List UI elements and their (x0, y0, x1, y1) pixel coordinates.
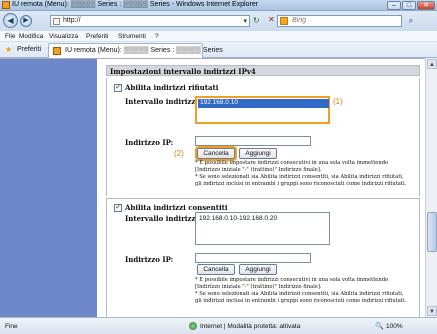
section-title: Impostazioni intervallo indirizzi IPv4 (110, 67, 256, 76)
menu-file[interactable]: File (5, 33, 15, 40)
rejected-checkbox-label: Abilita indirizzi rifiutati (125, 83, 219, 92)
allowed-delete-button[interactable]: Cancella (197, 264, 235, 275)
address-text: http:// (63, 17, 81, 24)
menu-preferiti[interactable]: Preferiti (86, 33, 108, 40)
status-bar: Fine Internet | Modalità protetta: attiv… (0, 317, 437, 334)
stop-icon[interactable]: ✕ (268, 15, 275, 24)
left-nav-pane (0, 59, 97, 317)
menu-help[interactable]: ? (155, 33, 159, 40)
callout-1: (1) (333, 97, 343, 106)
rejected-add-button[interactable]: Aggiungi (239, 148, 277, 159)
allowed-range-item[interactable]: 192.168.0.10-192.168.0.20 (199, 215, 277, 222)
browser-tab[interactable]: IU remota (Menu): ▒▒▒▒▒ Series : ▒▒▒▒▒ S… (48, 43, 223, 58)
note-line: [Indirizzo iniziale "-" (trattino)" Indi… (195, 167, 322, 173)
security-zone[interactable]: Internet | Modalità protetta: attivata (200, 323, 300, 330)
allowed-note: * È possibile impostare indirizzi consec… (195, 277, 420, 305)
favorites-button[interactable]: Preferiti (17, 46, 41, 53)
back-arrow-icon[interactable]: ◀ (3, 13, 18, 28)
note-line: gli indirizzi inclusi in entrambi i grup… (195, 181, 407, 187)
star-icon[interactable]: ★ (5, 45, 12, 54)
rejected-range-label: Intervallo indirizzi: (125, 97, 201, 106)
tab-label: IU remota (Menu): ▒▒▒▒▒ Series : ▒▒▒▒▒ S… (65, 47, 223, 54)
scroll-thumb[interactable] (427, 212, 437, 252)
zoom-icon[interactable]: 🔍 (375, 322, 384, 330)
allowed-checkbox-label: Abilita indirizzi consentiti (125, 203, 228, 212)
rejected-note: * È possibile impostare indirizzi consec… (195, 160, 420, 188)
page-icon (53, 18, 60, 25)
navigation-bar: ◀ ▶ http:// ▾ ↻ ✕ Bing ⌕ (0, 11, 437, 31)
search-input[interactable]: Bing (277, 15, 402, 27)
allowed-ip-label: Indirizzo IP: (125, 255, 174, 264)
rejected-addresses-group: Abilita indirizzi rifiutati Intervallo i… (106, 78, 420, 196)
allowed-range-list[interactable]: 192.168.0.10-192.168.0.20 (195, 212, 330, 245)
window-title: IU remota (Menu): ▒▒▒▒▒ Series : ▒▒▒▒▒ S… (12, 1, 259, 8)
bing-icon (280, 17, 288, 25)
zoom-level[interactable]: 100% (386, 323, 403, 330)
note-line: * Se sono selezionati sia Abilita indiri… (195, 291, 404, 297)
tab-site-icon (53, 47, 61, 55)
rejected-range-item[interactable]: 192.168.0.10 (198, 99, 329, 108)
note-line: * È possibile impostare indirizzi consec… (195, 277, 389, 283)
address-dropdown-icon[interactable]: ▾ (243, 17, 247, 25)
vertical-scrollbar[interactable]: ▲ ▼ (425, 58, 437, 317)
note-line: gli indirizzi inclusi in entrambi i grup… (195, 298, 407, 304)
menu-visualizza[interactable]: Visualizza (49, 33, 78, 40)
section-header: Impostazioni intervallo indirizzi IPv4 (106, 65, 420, 76)
favorites-bar: ★ Preferiti IU remota (Menu): ▒▒▒▒▒ Seri… (0, 42, 437, 58)
globe-icon (189, 322, 197, 330)
refresh-icon[interactable]: ↻ (253, 16, 260, 25)
rejected-ip-label: Indirizzo IP: (125, 138, 174, 147)
maximize-button[interactable]: □ (402, 1, 416, 10)
rejected-delete-button[interactable]: Cancella (195, 146, 237, 161)
ie-app-icon (2, 1, 10, 9)
rejected-ip-input[interactable] (195, 136, 311, 146)
address-bar[interactable]: http:// ▾ (50, 15, 250, 27)
page-content: Impostazioni intervallo indirizzi IPv4 A… (0, 58, 425, 317)
allowed-addresses-group: Abilita indirizzi consentiti Intervallo … (106, 198, 420, 317)
main-pane: Impostazioni intervallo indirizzi IPv4 A… (97, 59, 425, 317)
note-line: * Se sono selezionati sia Abilita indiri… (195, 174, 404, 180)
menu-strumenti[interactable]: Strumenti (118, 33, 146, 40)
minimize-button[interactable]: – (387, 1, 401, 10)
allowed-range-label: Intervallo indirizzi: (125, 214, 201, 223)
callout-2: (2) (174, 149, 184, 158)
allowed-checkbox[interactable] (114, 202, 122, 212)
menu-modifica[interactable]: Modifica (19, 33, 43, 40)
rejected-range-list[interactable]: 192.168.0.10 (195, 96, 330, 124)
title-bar: IU remota (Menu): ▒▒▒▒▒ Series : ▒▒▒▒▒ S… (0, 0, 437, 11)
search-icon[interactable]: ⌕ (404, 15, 418, 27)
note-line: * È possibile impostare indirizzi consec… (195, 160, 389, 166)
allowed-add-button[interactable]: Aggiungi (239, 264, 277, 275)
scroll-up-icon[interactable]: ▲ (427, 59, 437, 69)
status-text: Fine (5, 323, 18, 330)
allowed-ip-input[interactable] (195, 253, 311, 263)
rejected-checkbox[interactable] (114, 82, 122, 92)
note-line: [Indirizzo iniziale "-" (trattino)" Indi… (195, 284, 322, 290)
menu-bar: File Modifica Visualizza Preferiti Strum… (0, 31, 437, 42)
search-placeholder: Bing (292, 17, 307, 24)
scroll-down-icon[interactable]: ▼ (427, 306, 437, 316)
forward-arrow-icon[interactable]: ▶ (20, 15, 32, 27)
close-button[interactable]: ✕ (417, 1, 435, 10)
window-controls: – □ ✕ (387, 1, 435, 10)
